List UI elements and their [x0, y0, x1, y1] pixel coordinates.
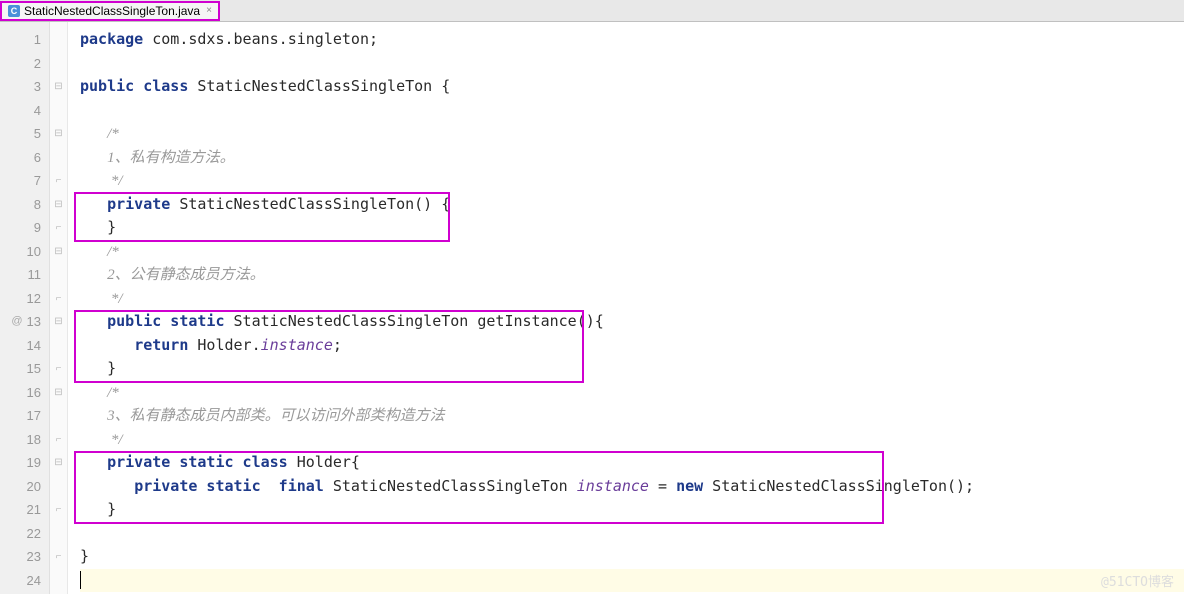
caret: [80, 571, 81, 589]
tab-bar: C StaticNestedClassSingleTon.java ×: [0, 0, 1184, 22]
file-tab[interactable]: C StaticNestedClassSingleTon.java ×: [0, 1, 220, 21]
tab-filename: StaticNestedClassSingleTon.java: [24, 4, 200, 18]
line-number-gutter[interactable]: 1 2 3 4 5 6 7 8 9 10 11 12 @13 14 15 16 …: [0, 22, 50, 594]
code-editor[interactable]: package com.sdxs.beans.singleton; public…: [68, 22, 1184, 594]
watermark: @51CTO博客: [1101, 571, 1174, 590]
editor-area: 1 2 3 4 5 6 7 8 9 10 11 12 @13 14 15 16 …: [0, 22, 1184, 594]
java-class-icon: C: [8, 5, 20, 17]
override-icon[interactable]: @: [11, 310, 22, 334]
close-icon[interactable]: ×: [206, 5, 212, 16]
fold-column[interactable]: ⊟ ⊟⌐ ⊟⌐ ⊟⌐ ⊟⌐ ⊟⌐ ⊟⌐ ⌐: [50, 22, 68, 594]
